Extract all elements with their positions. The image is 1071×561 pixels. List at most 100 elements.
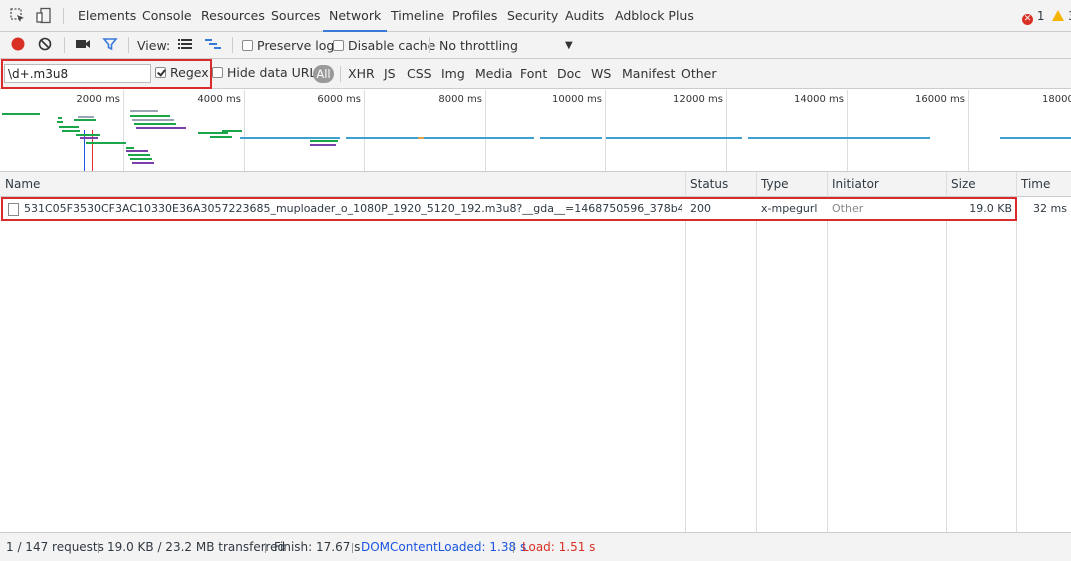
- device-mode-icon[interactable]: [35, 7, 53, 25]
- overview-bar: [130, 158, 152, 160]
- filter-type-doc[interactable]: Doc: [557, 66, 581, 84]
- column-divider: [756, 172, 757, 532]
- toolbar-divider: [64, 37, 65, 53]
- toolbar-divider: [429, 37, 430, 53]
- tab-resources[interactable]: Resources: [201, 0, 265, 32]
- overview-gridline: [244, 90, 245, 171]
- overview-waterfall-icon[interactable]: [204, 36, 222, 54]
- overview-gridline: [364, 90, 365, 171]
- tab-audits[interactable]: Audits: [565, 0, 604, 32]
- overview-time-label: 16000 ms: [915, 94, 965, 105]
- disable-cache-checkbox[interactable]: Disable cache: [333, 37, 435, 55]
- overview-time-label: 2000 ms: [76, 94, 120, 105]
- overview-bar: [310, 144, 336, 146]
- warning-icon: [1052, 10, 1065, 21]
- filter-type-font[interactable]: Font: [520, 66, 547, 84]
- status-load: Load: 1.51 s: [522, 540, 596, 554]
- overview-gridline: [123, 90, 124, 171]
- overview-bar: [128, 154, 150, 156]
- highlight-box-filter: [1, 59, 212, 89]
- inspect-element-icon[interactable]: [9, 7, 27, 25]
- overview-time-label: 4000 ms: [197, 94, 241, 105]
- preserve-log-label: Preserve log: [257, 38, 335, 53]
- tab-elements[interactable]: Elements: [78, 0, 136, 32]
- disable-cache-label: Disable cache: [348, 38, 436, 53]
- filter-icon[interactable]: [102, 36, 118, 54]
- overview-time-label: 8000 ms: [438, 94, 482, 105]
- overview-time-label: 12000 ms: [673, 94, 723, 105]
- highlight-box-row: [1, 197, 1017, 221]
- overview-bar: [240, 137, 340, 139]
- tab-profiles[interactable]: Profiles: [452, 0, 497, 32]
- column-header-initiator[interactable]: Initiator: [827, 172, 879, 197]
- throttling-select[interactable]: No throttling ▼: [439, 37, 579, 55]
- filter-type-all[interactable]: All: [313, 65, 334, 83]
- tab-sources[interactable]: Sources: [271, 0, 320, 32]
- overview-bar: [132, 119, 174, 121]
- tab-console[interactable]: Console: [142, 0, 192, 32]
- filter-type-img[interactable]: Img: [441, 66, 465, 84]
- column-header-size[interactable]: Size: [946, 172, 976, 197]
- clear-icon[interactable]: [37, 36, 53, 54]
- overview-bar: [57, 121, 63, 123]
- column-header-time[interactable]: Time: [1016, 172, 1050, 197]
- disable-cache-box[interactable]: [333, 40, 344, 51]
- tab-network[interactable]: Network: [323, 0, 388, 32]
- capture-screenshots-icon[interactable]: [74, 36, 92, 54]
- error-warning-counts[interactable]: ✕ 1 35: [1022, 9, 1071, 25]
- filter-type-xhr[interactable]: XHR: [348, 66, 375, 84]
- overview-bar: [59, 126, 79, 128]
- preserve-log-checkbox[interactable]: Preserve log: [242, 37, 334, 55]
- status-finish: Finish: 17.67 s: [274, 540, 361, 554]
- filter-type-ws[interactable]: WS: [591, 66, 611, 84]
- overview-bar: [346, 137, 534, 139]
- tab-adblock-plus[interactable]: Adblock Plus: [615, 0, 694, 32]
- overview-bar: [58, 117, 62, 119]
- column-divider: [827, 172, 828, 532]
- overview-bar: [310, 140, 338, 142]
- hide-data-urls-checkbox[interactable]: Hide data URLs: [212, 65, 323, 83]
- overview-time-label: 14000 ms: [794, 94, 844, 105]
- filter-type-other[interactable]: Other: [681, 66, 717, 84]
- column-divider: [946, 172, 947, 532]
- overview-bar: [130, 115, 170, 117]
- overview-bar: [62, 130, 80, 132]
- filter-type-css[interactable]: CSS: [407, 66, 432, 84]
- overview-bar: [606, 137, 742, 139]
- column-divider: [1016, 172, 1017, 532]
- tab-security[interactable]: Security: [507, 0, 558, 32]
- overview-bar: [126, 150, 148, 152]
- status-requests: 1 / 147 requests: [6, 540, 104, 554]
- status-divider: [513, 543, 514, 553]
- request-table-header: Name Status Type Initiator Size Time: [0, 172, 1071, 197]
- tab-timeline[interactable]: Timeline: [391, 0, 444, 32]
- overview-gridline: [605, 90, 606, 171]
- view-label: View:: [137, 38, 171, 53]
- column-header-name[interactable]: Name: [0, 172, 40, 197]
- hide-data-urls-box[interactable]: [212, 67, 223, 78]
- toolbar-divider: [128, 37, 129, 53]
- preserve-log-box[interactable]: [242, 40, 253, 51]
- column-header-status[interactable]: Status: [685, 172, 728, 197]
- toolbar-divider: [232, 37, 233, 53]
- filter-type-media[interactable]: Media: [475, 66, 513, 84]
- status-divider: [265, 543, 266, 553]
- overview-bar: [748, 137, 930, 139]
- overview-gridline: [847, 90, 848, 171]
- overview-bar: [540, 137, 602, 139]
- overview-gridline: [726, 90, 727, 171]
- status-dom-content-loaded: DOMContentLoaded: 1.38 s: [361, 540, 527, 554]
- filter-type-manifest[interactable]: Manifest: [622, 66, 675, 84]
- overview-bar: [2, 113, 40, 115]
- network-overview[interactable]: 2000 ms 4000 ms 6000 ms 8000 ms 10000 ms…: [0, 90, 1071, 172]
- overview-bar: [78, 116, 94, 118]
- toolbar-divider: [63, 8, 64, 24]
- overview-bar: [132, 162, 154, 164]
- filter-type-js[interactable]: JS: [384, 66, 396, 84]
- chevron-down-icon: ▼: [565, 40, 573, 51]
- column-header-type[interactable]: Type: [756, 172, 789, 197]
- large-rows-icon[interactable]: [177, 36, 193, 54]
- overview-time-label: 6000 ms: [317, 94, 361, 105]
- record-button[interactable]: [10, 36, 26, 54]
- error-icon: ✕: [1022, 14, 1033, 25]
